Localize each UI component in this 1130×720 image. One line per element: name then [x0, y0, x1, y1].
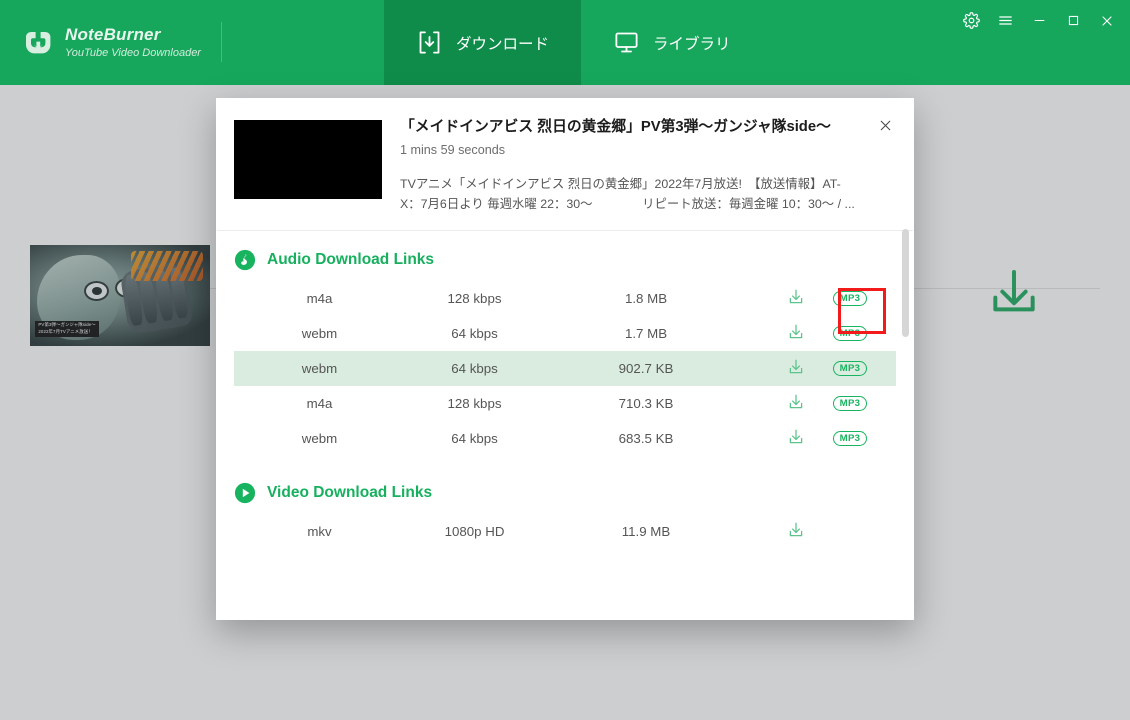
- brand-name: NoteBurner: [65, 25, 161, 45]
- row-download-button[interactable]: [770, 521, 822, 542]
- table-row[interactable]: m4a 128 kbps 1.8 MB MP3: [234, 281, 896, 316]
- dialog-scrollbar-thumb[interactable]: [902, 229, 909, 337]
- audio-rows: m4a 128 kbps 1.8 MB MP3 webm 64 kbps 1.7…: [216, 281, 914, 456]
- main-nav: ダウンロード ライブラリ: [384, 0, 763, 85]
- download-arrow-icon: [787, 358, 805, 379]
- dialog-header: PV第3弾～ガンジャ隊side～ 2022年7月TVアニメ放送！ 「メイドインア…: [216, 98, 914, 230]
- video-rows: mkv 1080p HD 11.9 MB: [216, 514, 914, 549]
- maximize-button[interactable]: [1058, 10, 1088, 36]
- mp3-badge[interactable]: MP3: [832, 361, 868, 377]
- row-quality: 128 kbps: [447, 291, 502, 307]
- row-quality: 128 kbps: [447, 396, 502, 412]
- close-icon: [877, 117, 894, 139]
- video-section-header: Video Download Links: [216, 482, 914, 504]
- row-size: 1.7 MB: [624, 326, 668, 342]
- tab-download-label: ダウンロード: [456, 35, 550, 53]
- download-links-dialog: PV第3弾～ガンジャ隊side～ 2022年7月TVアニメ放送！ 「メイドインア…: [216, 98, 914, 620]
- dialog-body: Audio Download Links m4a 128 kbps 1.8 MB…: [216, 231, 914, 620]
- music-note-circle-icon: [234, 249, 256, 271]
- gear-icon: [962, 12, 980, 34]
- row-format: webm: [301, 326, 338, 342]
- tab-library[interactable]: ライブラリ: [581, 0, 763, 85]
- maximize-icon: [1066, 13, 1081, 33]
- menu-button[interactable]: [990, 10, 1020, 36]
- download-arrow-icon: [787, 521, 805, 542]
- table-row[interactable]: mkv 1080p HD 11.9 MB: [234, 514, 896, 549]
- row-quality: 64 kbps: [451, 326, 498, 342]
- audio-section-title: Audio Download Links: [267, 251, 435, 269]
- table-row[interactable]: webm 64 kbps 902.7 KB MP3: [234, 351, 896, 387]
- dialog-video-info: 「メイドインアビス 烈日の黄金郷」PV第3弾～ガンジャ隊side～ 1 mins…: [400, 118, 890, 214]
- minimize-icon: [1032, 13, 1047, 33]
- title-bar: NoteBurner YouTube Video Downloader ダウンロ…: [0, 0, 1130, 85]
- mp3-badge[interactable]: MP3: [832, 431, 868, 447]
- row-quality: 64 kbps: [451, 431, 498, 447]
- mp3-badge[interactable]: MP3: [832, 291, 868, 307]
- audio-section-header: Audio Download Links: [216, 249, 914, 271]
- row-format: m4a: [306, 396, 333, 412]
- hamburger-menu-icon: [997, 12, 1014, 34]
- row-format: mkv: [307, 524, 332, 540]
- row-download-button[interactable]: [770, 358, 822, 379]
- dialog-thumbnail-caption: PV第3弾～ガンジャ隊side～ 2022年7月TVアニメ放送！: [234, 126, 377, 191]
- tab-library-label: ライブラリ: [653, 35, 731, 53]
- row-convert-mp3-button[interactable]: MP3: [822, 291, 878, 307]
- minimize-button[interactable]: [1024, 10, 1054, 36]
- brand-divider: [221, 22, 222, 62]
- dialog-scrollbar-track[interactable]: [902, 357, 909, 620]
- dialog-video-thumbnail: PV第3弾～ガンジャ隊side～ 2022年7月TVアニメ放送！: [234, 120, 382, 199]
- table-row[interactable]: webm 64 kbps 683.5 KB MP3: [234, 421, 896, 456]
- row-download-button[interactable]: [770, 323, 822, 344]
- row-convert-mp3-button[interactable]: MP3: [822, 396, 878, 412]
- row-download-button[interactable]: [770, 288, 822, 309]
- download-arrow-icon: [787, 323, 805, 344]
- dialog-video-duration: 1 mins 59 seconds: [400, 142, 506, 157]
- app-window: NoteBurner YouTube Video Downloader ダウンロ…: [0, 0, 1130, 720]
- close-button[interactable]: [1092, 10, 1122, 36]
- download-arrow-icon: [787, 428, 805, 449]
- dialog-video-title: 「メイドインアビス 烈日の黄金郷」PV第3弾～ガンジャ隊side～: [400, 119, 831, 135]
- row-quality: 64 kbps: [451, 361, 498, 377]
- mp3-badge[interactable]: MP3: [832, 396, 868, 412]
- row-size: 11.9 MB: [621, 524, 671, 540]
- download-arrow-icon: [787, 393, 805, 414]
- download-box-icon: [416, 29, 443, 56]
- row-convert-mp3-button[interactable]: MP3: [822, 326, 878, 342]
- play-circle-icon: [234, 482, 256, 504]
- brand-subtitle: YouTube Video Downloader: [65, 46, 201, 59]
- close-icon: [1099, 13, 1115, 34]
- row-size: 710.3 KB: [618, 396, 674, 412]
- row-format: webm: [301, 361, 338, 377]
- dialog-close-button[interactable]: [874, 117, 896, 139]
- row-size: 683.5 KB: [618, 431, 674, 447]
- row-convert-mp3-button[interactable]: MP3: [822, 361, 878, 377]
- row-format: webm: [301, 431, 338, 447]
- settings-button[interactable]: [956, 10, 986, 36]
- row-size: 1.8 MB: [624, 291, 668, 307]
- dialog-video-description: TVアニメ「メイドインアビス 烈日の黄金郷」2022年7月放送! 【放送情報】A…: [400, 176, 855, 212]
- video-section-title: Video Download Links: [267, 484, 433, 502]
- tab-download[interactable]: ダウンロード: [384, 0, 582, 85]
- row-format: m4a: [306, 291, 333, 307]
- row-download-button[interactable]: [770, 428, 822, 449]
- row-quality: 1080p HD: [444, 524, 505, 540]
- table-row[interactable]: m4a 128 kbps 710.3 KB MP3: [234, 386, 896, 421]
- noteburner-logo-icon: [22, 28, 56, 58]
- row-size: 902.7 KB: [618, 361, 674, 377]
- mp3-badge[interactable]: MP3: [832, 326, 868, 342]
- download-arrow-icon: [787, 288, 805, 309]
- monitor-library-icon: [613, 29, 640, 56]
- app-brand: NoteBurner YouTube Video Downloader: [0, 0, 222, 85]
- table-row[interactable]: webm 64 kbps 1.7 MB MP3: [234, 316, 896, 351]
- row-download-button[interactable]: [770, 393, 822, 414]
- row-convert-mp3-button[interactable]: MP3: [822, 431, 878, 447]
- window-controls: [956, 10, 1122, 36]
